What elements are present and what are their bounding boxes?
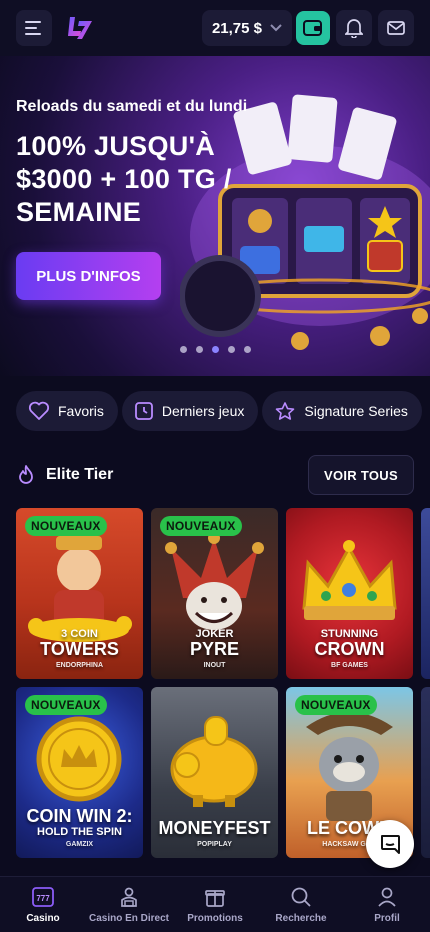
game-title-line2: HOLD THE SPIN	[37, 826, 122, 838]
search-icon	[291, 887, 311, 907]
chip-signature-series[interactable]: Signature Series	[262, 391, 422, 431]
bell-icon	[345, 19, 363, 38]
nav-label: Casino	[26, 912, 60, 924]
game-card-stunning-crown[interactable]: STUNNING CROWN BF GAMES	[286, 508, 413, 679]
wallet-icon	[303, 20, 322, 36]
game-card-joker-pyre[interactable]: NOUVEAUX JOKER PYRE INOUT	[151, 508, 278, 679]
game-title: TOWERS	[40, 639, 119, 659]
quick-filters: Favoris Derniers jeux Signature Series	[16, 391, 430, 431]
new-badge: NOUVEAUX	[25, 516, 107, 536]
mail-icon	[387, 21, 405, 35]
game-card-coin-win-2[interactable]: NOUVEAUX COIN WIN 2: HOLD THE SPIN GAMZI…	[16, 687, 143, 858]
dealer-icon	[121, 887, 137, 907]
game-provider: INOUT	[203, 662, 226, 669]
see-all-button[interactable]: VOIR TOUS	[308, 455, 414, 495]
balance-amount: 21,75 $	[211, 19, 262, 37]
gift-icon	[205, 889, 225, 907]
banner-title: 100% JUSQU'À $3000 + 100 TG / SEMAINE	[16, 131, 232, 227]
chip-label: Favoris	[58, 403, 104, 419]
heart-icon	[28, 401, 50, 420]
slot-777-icon: 777	[32, 886, 54, 907]
svg-text:777: 777	[36, 894, 50, 903]
messages-button[interactable]	[378, 10, 414, 46]
carousel-dot[interactable]	[227, 346, 235, 353]
game-provider: GAMZIX	[65, 841, 94, 848]
promo-banner[interactable]: Reloads du samedi et du lundi 100% JUSQU…	[0, 56, 430, 376]
game-card-3-coin-towers[interactable]: NOUVEAUX 3 COIN TOWERS ENDORPHINA	[16, 508, 143, 679]
nav-label: Recherche	[275, 912, 327, 924]
new-badge: NOUVEAUX	[160, 516, 242, 536]
brand-logo[interactable]	[64, 12, 96, 44]
section-title: Elite Tier	[46, 466, 114, 483]
game-provider: BF GAMES	[331, 662, 368, 669]
menu-button[interactable]	[16, 10, 52, 46]
game-provider: ENDORPHINA	[55, 662, 104, 669]
chip-recent-games[interactable]: Derniers jeux	[121, 391, 259, 431]
more-info-button[interactable]: PLUS D'INFOS	[16, 252, 161, 300]
carousel-dot-active[interactable]	[211, 346, 219, 353]
notifications-button[interactable]	[336, 10, 372, 46]
nav-casino[interactable]: 777 Casino	[0, 877, 86, 932]
games-grid: NOUVEAUX 3 COIN TOWERS ENDORPHINA NOUVEA…	[16, 508, 430, 858]
new-badge: NOUVEAUX	[295, 695, 377, 715]
menu-icon	[25, 21, 41, 35]
carousel-dot[interactable]	[195, 346, 203, 353]
chat-icon	[381, 835, 400, 854]
user-icon	[378, 887, 396, 907]
carousel-dots	[0, 346, 430, 353]
game-title: MONEYFEST	[158, 818, 271, 838]
balance-selector[interactable]: 21,75 $	[201, 10, 292, 46]
game-title: COIN WIN 2:	[26, 806, 133, 826]
chevron-down-icon	[270, 24, 282, 32]
nav-live-casino[interactable]: Casino En Direct	[86, 877, 172, 932]
game-title: CROWN	[314, 639, 385, 659]
nav-label: Promotions	[187, 912, 243, 924]
clock-icon	[135, 402, 153, 420]
nav-search[interactable]: Recherche	[258, 877, 344, 932]
nav-profile[interactable]: Profil	[344, 877, 430, 932]
banner-subtitle: Reloads du samedi et du lundi	[16, 98, 248, 115]
chip-label: Derniers jeux	[161, 403, 245, 419]
live-chat-button[interactable]	[366, 820, 414, 868]
game-card-moneyfest[interactable]: MONEYFEST POPIPLAY	[151, 687, 278, 858]
elite-tier-header: Elite Tier VOIR TOUS	[16, 455, 414, 495]
top-header: 21,75 $	[0, 0, 430, 56]
game-title: PYRE	[189, 639, 240, 659]
game-provider: POPIPLAY	[197, 841, 232, 848]
game-card-peek[interactable]	[421, 687, 430, 858]
nav-promotions[interactable]: Promotions	[172, 877, 258, 932]
wallet-button[interactable]	[296, 11, 330, 45]
chip-label: Signature Series	[304, 403, 408, 419]
star-icon	[276, 402, 295, 420]
carousel-dot[interactable]	[243, 346, 251, 353]
chip-favorites[interactable]: Favoris	[16, 391, 118, 431]
flame-icon	[19, 465, 33, 484]
new-badge: NOUVEAUX	[25, 695, 107, 715]
nav-label: Profil	[374, 912, 400, 924]
game-card-peek[interactable]	[421, 508, 430, 679]
carousel-dot[interactable]	[179, 346, 187, 353]
nav-label: Casino En Direct	[88, 912, 170, 924]
bottom-navigation: 777 Casino Casino En Direct Promotions R…	[0, 876, 430, 932]
